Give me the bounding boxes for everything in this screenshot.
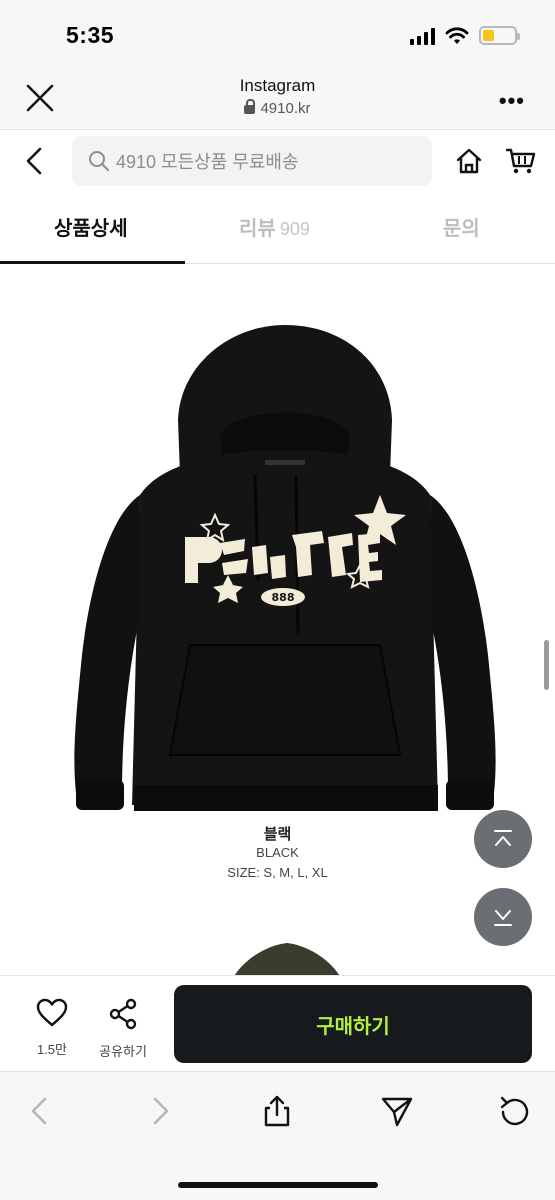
detail-tabs: 상품상세 리뷰 909 문의 (0, 196, 555, 264)
share-sheet-icon[interactable] (260, 1094, 294, 1128)
shop-header: 4910 모든상품 무료배송 (0, 131, 555, 191)
search-icon (89, 151, 109, 171)
cart-icon[interactable] (506, 147, 536, 175)
like-count: 1.5만 (36, 1042, 68, 1057)
share-label: 공유하기 (99, 1044, 147, 1059)
scroll-top-icon (494, 830, 512, 846)
tab-detail[interactable]: 상품상세 (54, 212, 128, 241)
product-sizes: SIZE: S, M, L, XL (227, 865, 328, 880)
signal-icon (410, 27, 435, 45)
scroll-bottom-icon (494, 910, 512, 926)
browser-back-icon[interactable] (24, 1094, 58, 1128)
active-tab-indicator (0, 261, 185, 264)
scroll-bottom-button[interactable] (474, 888, 532, 946)
status-icons (410, 26, 520, 45)
tab-reviews[interactable]: 리뷰 909 (239, 212, 310, 241)
share-icon (109, 998, 137, 1030)
wifi-icon (445, 26, 469, 44)
home-icon[interactable] (455, 147, 483, 175)
share-button[interactable]: 공유하기 (94, 998, 152, 1060)
heart-icon (36, 998, 68, 1027)
tab-detail-label: 상품상세 (54, 218, 128, 240)
like-button[interactable]: 1.5만 (30, 998, 74, 1058)
browser-forward-icon[interactable] (142, 1094, 176, 1128)
product-color-en: BLACK (256, 845, 299, 860)
lock-icon (244, 99, 256, 114)
review-count: 909 (279, 219, 310, 239)
next-product-image (234, 943, 340, 975)
browser-url: 4910.kr (0, 99, 555, 117)
reload-icon[interactable] (498, 1094, 532, 1128)
buy-button[interactable]: 구매하기 (174, 985, 532, 1063)
tab-inquiry[interactable]: 문의 (443, 212, 480, 241)
scroll-top-button[interactable] (474, 810, 532, 868)
more-icon[interactable]: ••• (499, 88, 525, 114)
home-indicator (178, 1182, 378, 1188)
search-placeholder: 4910 모든상품 무료배송 (116, 152, 299, 172)
back-icon[interactable] (22, 145, 46, 177)
scrollbar[interactable] (544, 640, 549, 690)
status-bar: 5:35 (0, 0, 555, 66)
status-time: 5:35 (66, 22, 115, 48)
browser-title: Instagram (239, 76, 316, 95)
product-image: 888 (74, 325, 496, 811)
search-input[interactable]: 4910 모든상품 무료배송 (72, 136, 432, 186)
tab-reviews-label: 리뷰 (239, 218, 276, 240)
send-icon[interactable] (380, 1094, 414, 1128)
browser-url-text: 4910.kr (260, 100, 311, 117)
badge-text: 888 (272, 591, 295, 604)
product-detail-content: 888 블랙 BLACK SIZE: S, M, L, XL (0, 265, 555, 975)
browser-toolbar (0, 1071, 555, 1200)
in-app-browser-bar: Instagram 4910.kr ••• (0, 66, 555, 130)
purchase-bar: 1.5만 공유하기 구매하기 (0, 975, 555, 1071)
tab-inquiry-label: 문의 (443, 218, 480, 240)
battery-icon (479, 26, 520, 45)
product-color-kr: 블랙 (263, 826, 292, 843)
